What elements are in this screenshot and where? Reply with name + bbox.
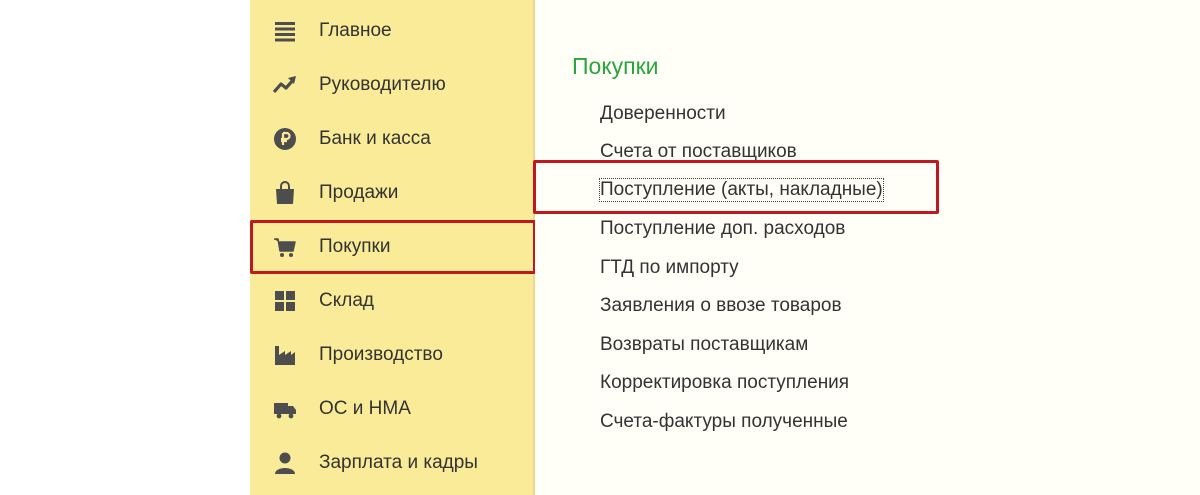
sidebar-item-sales[interactable]: Продажи <box>250 166 533 220</box>
warehouse-grid-icon <box>271 287 299 315</box>
sidebar-item-assets[interactable]: ОС и НМА <box>250 382 533 436</box>
sidebar-item-label: ОС и НМА <box>319 398 411 419</box>
sidebar-item-label: Главное <box>319 20 392 41</box>
section-panel: Покупки Доверенности Счета от поставщико… <box>535 0 1200 495</box>
shopping-bag-icon <box>271 179 299 207</box>
sidebar-item-label: Банк и касса <box>319 128 431 149</box>
ruble-coin-icon <box>271 125 299 153</box>
app-window: Главное Руководителю Банк и касса Продаж… <box>0 0 1200 495</box>
sidebar-item-manager[interactable]: Руководителю <box>250 58 533 112</box>
menu-lines-icon <box>271 17 299 45</box>
link-receipts[interactable]: Поступление (акты, накладные) <box>599 178 884 202</box>
sidebar-item-production[interactable]: Производство <box>250 328 533 382</box>
sidebar-item-label: Покупки <box>319 236 391 257</box>
section-title: Покупки <box>572 53 659 79</box>
link-received-invoices[interactable]: Счета-фактуры полученные <box>600 411 848 433</box>
sidebar-item-payroll[interactable]: Зарплата и кадры <box>250 436 533 490</box>
truck-icon <box>271 395 299 423</box>
link-powers-of-attorney[interactable]: Доверенности <box>600 103 726 125</box>
sidebar: Главное Руководителю Банк и касса Продаж… <box>250 0 536 495</box>
link-receipt-adjustments[interactable]: Корректировка поступления <box>600 372 849 394</box>
link-supplier-returns[interactable]: Возвраты поставщикам <box>600 334 808 356</box>
link-customs-declarations[interactable]: ГТД по импорту <box>600 257 739 279</box>
sidebar-item-label: Продажи <box>319 182 399 203</box>
sidebar-item-purchases[interactable]: Покупки <box>250 220 536 274</box>
sidebar-item-label: Зарплата и кадры <box>319 452 478 473</box>
factory-icon <box>271 341 299 369</box>
sidebar-item-label: Производство <box>319 344 443 365</box>
sidebar-item-main[interactable]: Главное <box>250 4 533 58</box>
shopping-cart-icon <box>271 233 299 261</box>
link-import-applications[interactable]: Заявления о ввозе товаров <box>600 295 842 317</box>
sidebar-item-bank[interactable]: Банк и касса <box>250 112 533 166</box>
sidebar-item-warehouse[interactable]: Склад <box>250 274 533 328</box>
trend-chart-icon <box>271 71 299 99</box>
sidebar-item-label: Руководителю <box>319 74 446 95</box>
person-icon <box>271 449 299 477</box>
link-supplier-invoices[interactable]: Счета от поставщиков <box>600 141 797 163</box>
link-additional-costs[interactable]: Поступление доп. расходов <box>600 218 845 240</box>
sidebar-item-label: Склад <box>319 290 374 311</box>
